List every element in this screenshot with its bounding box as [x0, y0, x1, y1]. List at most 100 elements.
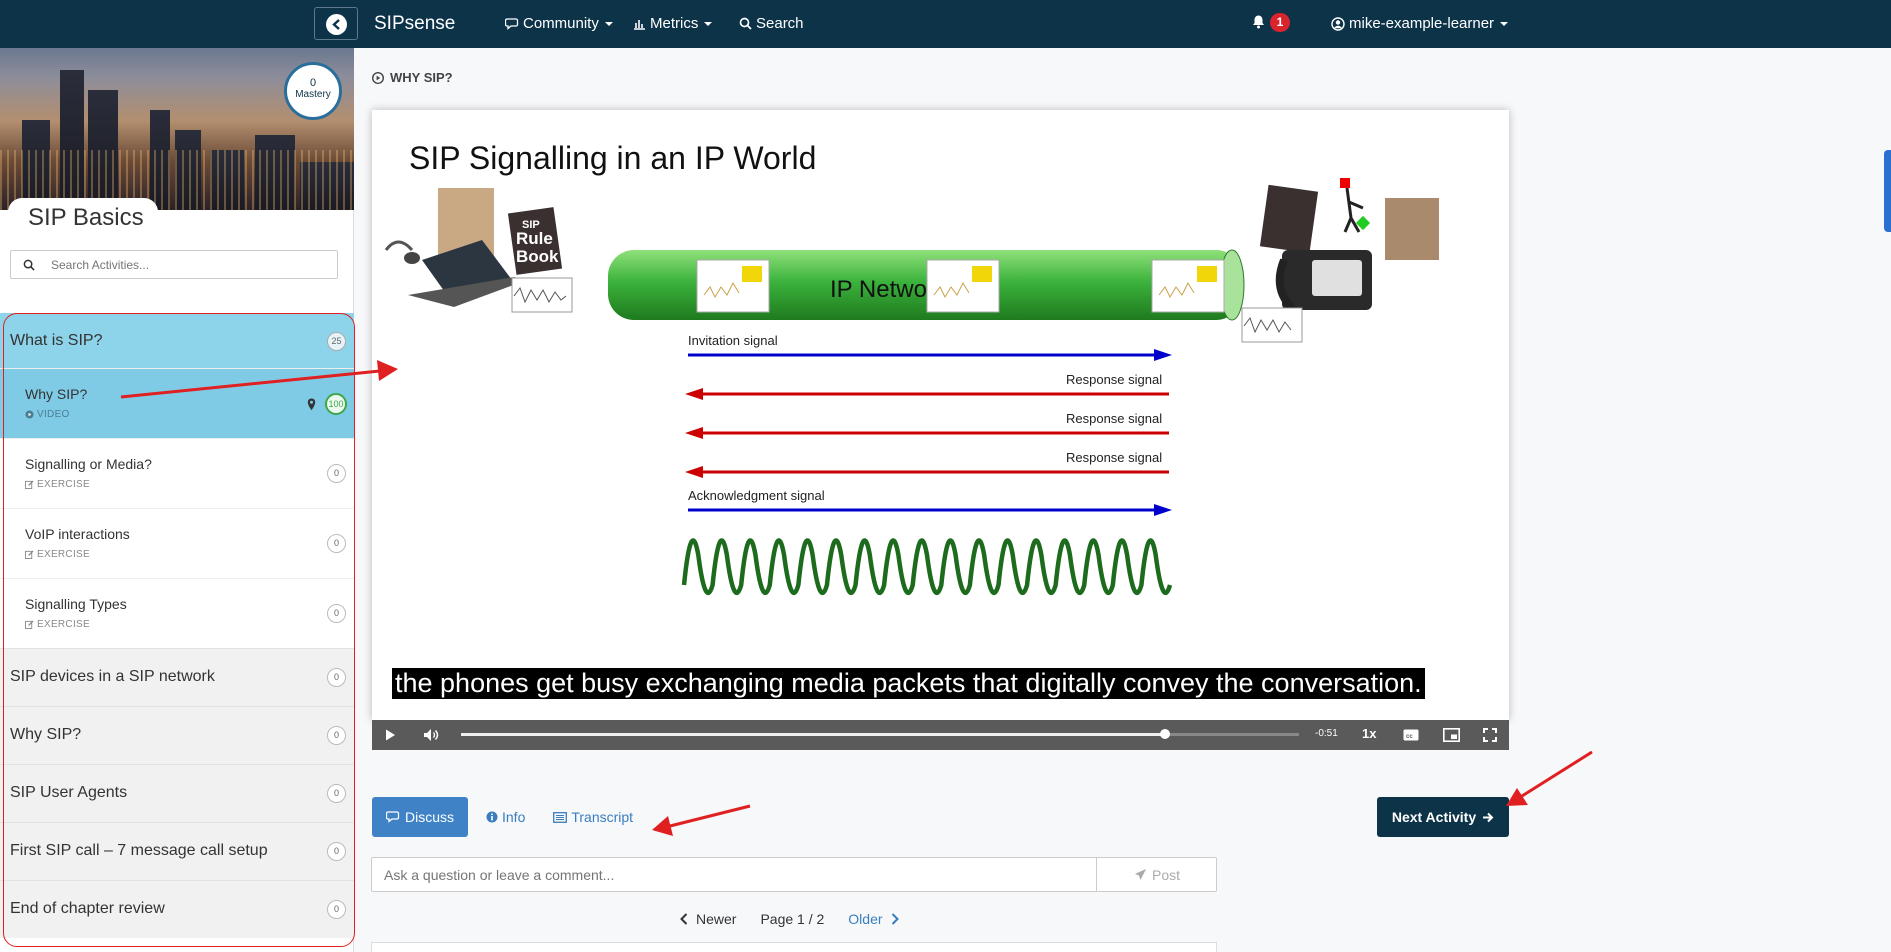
- course-title: SIP Basics: [28, 204, 144, 231]
- user-name: mike-example-learner: [1349, 15, 1495, 32]
- section-sip-devices[interactable]: SIP devices in a SIP network 0: [0, 648, 354, 706]
- tab-info[interactable]: Info: [486, 809, 525, 825]
- search-icon: [739, 17, 752, 30]
- breadcrumb: WHY SIP?: [372, 70, 453, 85]
- bell-icon[interactable]: [1252, 14, 1265, 29]
- playback-rate-button[interactable]: 1x: [1362, 726, 1376, 741]
- next-activity-label: Next Activity: [1391, 809, 1477, 825]
- play-circle-icon: [372, 71, 384, 84]
- nav-community[interactable]: Community: [505, 15, 613, 32]
- user-menu[interactable]: mike-example-learner: [1331, 15, 1509, 32]
- breadcrumb-title: WHY SIP?: [390, 70, 453, 85]
- chevron-down-icon: [704, 21, 713, 26]
- mastery-label: Mastery: [295, 89, 331, 100]
- packet-3: [1151, 259, 1225, 313]
- seek-bar-handle[interactable]: [1159, 729, 1170, 739]
- back-arrow-icon: [326, 14, 347, 35]
- post-button[interactable]: Post: [1096, 857, 1217, 892]
- activity-why-sip[interactable]: Why SIP? VIDEO 100: [0, 368, 354, 438]
- chevron-left-icon: [680, 913, 688, 925]
- waveform-thumbnail: [511, 277, 573, 313]
- activity-search[interactable]: [10, 250, 338, 279]
- activity-search-input[interactable]: [51, 255, 321, 275]
- chevron-down-icon: [1500, 21, 1509, 26]
- laptop-icon: [408, 240, 524, 307]
- arrow-left-icon: [685, 427, 703, 439]
- activity-title: VoIP interactions: [25, 526, 130, 542]
- activity-count-badge: 25: [327, 332, 346, 351]
- activity-signalling-or-media[interactable]: Signalling or Media? EXERCISE 0: [0, 438, 354, 508]
- mastery-value: 0: [309, 77, 317, 89]
- scroll-indicator[interactable]: [1884, 150, 1891, 232]
- nav-search[interactable]: Search: [739, 15, 804, 32]
- seek-bar[interactable]: [461, 729, 1299, 739]
- activity-voip-interactions[interactable]: VoIP interactions EXERCISE 0: [0, 508, 354, 578]
- next-activity-button[interactable]: Next Activity: [1377, 797, 1509, 837]
- score-badge: 0: [327, 604, 346, 623]
- tab-discuss[interactable]: Discuss: [372, 797, 468, 837]
- activity-count-badge: 0: [327, 668, 346, 687]
- nav-metrics[interactable]: Metrics: [633, 15, 713, 32]
- comments-icon: [385, 811, 400, 823]
- nav-search-label: Search: [756, 15, 804, 32]
- section-title: End of chapter review: [10, 900, 165, 917]
- score-badge: 100: [325, 393, 347, 415]
- video-caption: the phones get busy exchanging media pac…: [392, 668, 1425, 699]
- activity-signalling-types[interactable]: Signalling Types EXERCISE 0: [0, 578, 354, 648]
- signal-label-response-1: Response signal: [1066, 372, 1162, 387]
- volume-icon[interactable]: [423, 728, 439, 742]
- section-why-sip[interactable]: Why SIP? 0: [0, 706, 354, 764]
- play-icon[interactable]: [385, 729, 396, 741]
- arrow-right-icon: [1154, 504, 1172, 516]
- comments-icon: [505, 17, 519, 30]
- tab-transcript[interactable]: Transcript: [553, 809, 633, 825]
- activity-count-badge: 0: [327, 726, 346, 745]
- section-first-sip-call[interactable]: First SIP call – 7 message call setup 0: [0, 822, 354, 880]
- fullscreen-icon[interactable]: [1483, 728, 1497, 742]
- score-badge: 0: [327, 464, 346, 483]
- brand-logo[interactable]: SIPsense: [374, 13, 455, 35]
- score-badge: 0: [327, 534, 346, 553]
- video-frame[interactable]: SIP Signalling in an IP World SIP Rule B…: [372, 110, 1509, 720]
- info-icon: [486, 811, 498, 823]
- back-button[interactable]: [314, 7, 358, 40]
- user-circle-icon: [1331, 16, 1345, 31]
- post-button-label: Post: [1151, 866, 1180, 883]
- activity-title: Why SIP?: [25, 386, 88, 402]
- course-sidebar: 0 Mastery SIP Basics What is SIP? 25 Why…: [0, 48, 354, 952]
- closed-captions-icon[interactable]: cc: [1403, 729, 1419, 741]
- pagination: Newer Page 1 / 2 Older: [680, 911, 899, 927]
- waveform-thumbnail-right: [1241, 307, 1303, 343]
- avatar-right: [1385, 198, 1439, 260]
- pager-older[interactable]: Older: [848, 911, 899, 927]
- notification-count-badge[interactable]: 1: [1270, 13, 1290, 32]
- pager-older-label: Older: [848, 911, 883, 927]
- rule-book-icon-right: [1259, 184, 1319, 254]
- activity-count-badge: 0: [327, 842, 346, 861]
- chevron-right-icon: [891, 913, 899, 925]
- signal-label-response-3: Response signal: [1066, 450, 1162, 465]
- comment-input[interactable]: [384, 865, 1084, 885]
- section-what-is-sip[interactable]: What is SIP? 25: [0, 313, 354, 368]
- bar-chart-icon: [634, 19, 645, 30]
- picture-in-picture-icon[interactable]: [1443, 728, 1460, 742]
- annotation-arrow-next: [1506, 750, 1593, 806]
- section-end-of-chapter-review[interactable]: End of chapter review 0: [0, 880, 354, 938]
- video-controls: -0:51 1x cc: [372, 720, 1509, 750]
- edit-icon: [25, 550, 34, 559]
- book-text-line-2: Rule: [516, 229, 553, 248]
- pager-newer[interactable]: Newer: [680, 911, 736, 927]
- activity-count-badge: 0: [327, 784, 346, 803]
- paper-plane-icon: [1134, 869, 1146, 880]
- section-sip-user-agents[interactable]: SIP User Agents 0: [0, 764, 354, 822]
- packet-1: [696, 259, 770, 313]
- list-alt-icon: [553, 811, 568, 823]
- packet-2: [926, 259, 1000, 313]
- activity-title: Signalling Types: [25, 596, 127, 612]
- media-waveform: [681, 538, 1173, 596]
- activity-kind: EXERCISE: [37, 619, 90, 630]
- play-circle-icon: [25, 410, 34, 419]
- section-title: Why SIP?: [10, 726, 82, 743]
- time-remaining: -0:51: [1315, 728, 1338, 739]
- arrow-left-icon: [685, 466, 703, 478]
